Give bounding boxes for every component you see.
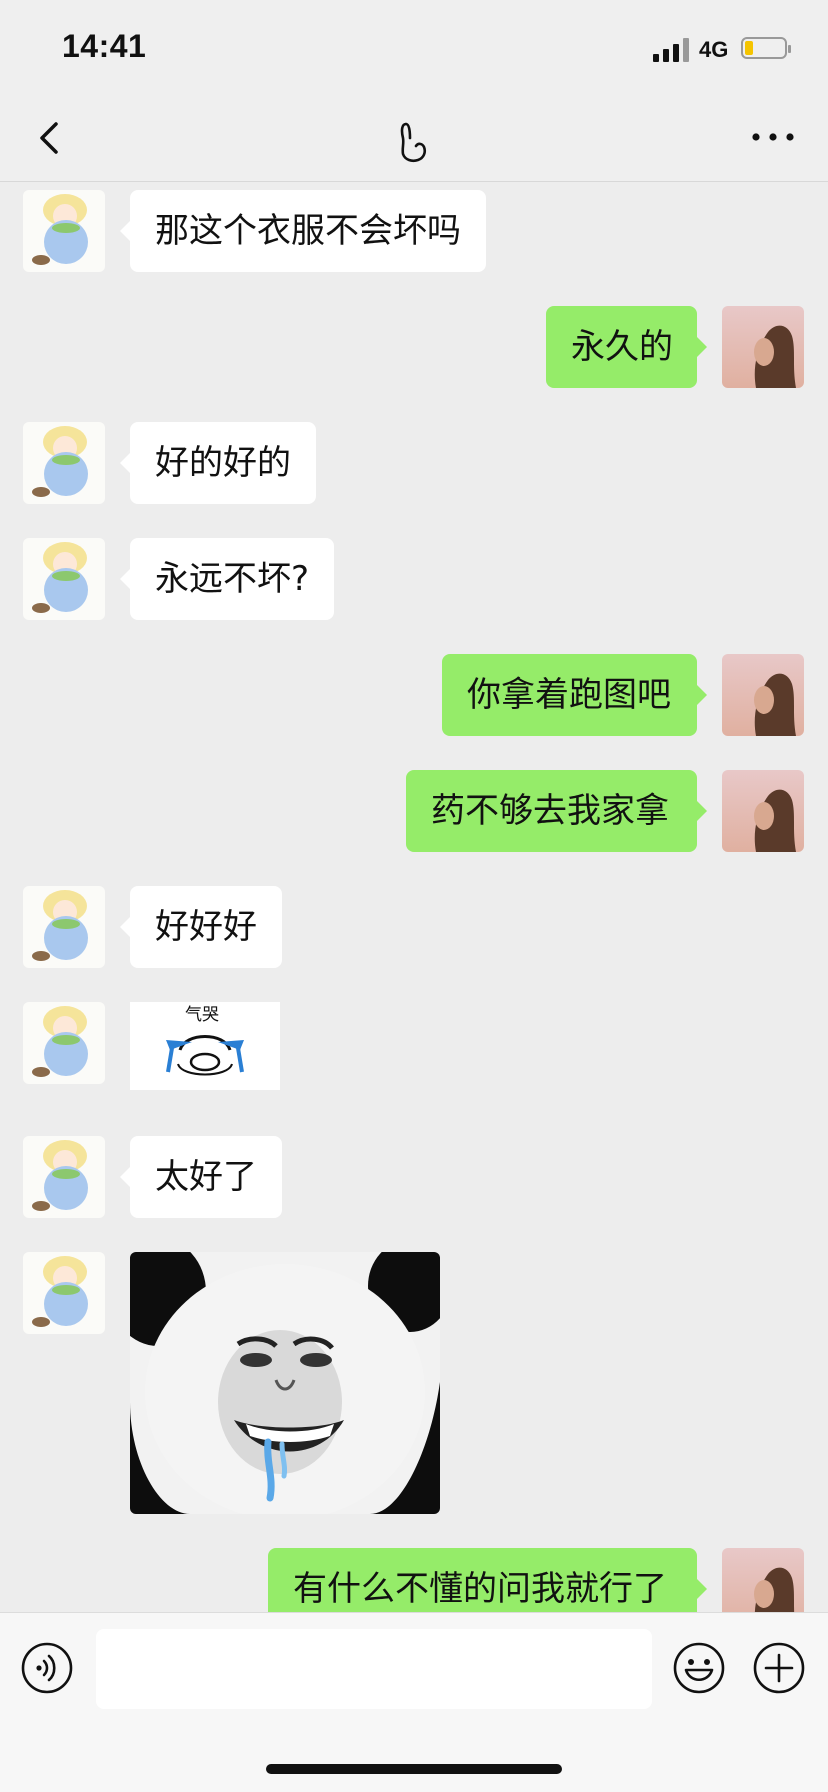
message-row: 永久的 xyxy=(0,306,828,388)
message-bubble-outgoing[interactable]: 你拿着跑图吧 xyxy=(442,654,707,736)
message-row: 有什么不懂的问我就行了 xyxy=(0,1548,828,1612)
message-row: 好的好的 xyxy=(0,422,828,504)
message-row: 气哭 xyxy=(0,1002,828,1092)
message-input[interactable] xyxy=(96,1629,652,1709)
self-avatar[interactable] xyxy=(722,306,804,388)
self-avatar[interactable] xyxy=(722,654,804,736)
panda-drooling-sticker[interactable] xyxy=(130,1252,440,1514)
self-avatar[interactable] xyxy=(722,1548,804,1612)
voice-icon[interactable] xyxy=(20,1641,74,1695)
status-time: 14:41 xyxy=(62,28,147,64)
message-bubble-incoming[interactable]: 永远不坏? xyxy=(119,538,335,620)
message-row: 太好了 xyxy=(0,1136,828,1218)
message-row: 你拿着跑图吧 xyxy=(0,654,828,736)
message-bubble-outgoing[interactable]: 有什么不懂的问我就行了 xyxy=(268,1548,707,1612)
status-bar: 14:41 4G xyxy=(0,0,828,96)
contact-avatar[interactable] xyxy=(23,1002,105,1084)
chevron-left-icon[interactable] xyxy=(30,118,70,158)
message-row: 药不够去我家拿 xyxy=(0,770,828,852)
hand-gesture-icon xyxy=(400,122,427,163)
message-row: 永远不坏? xyxy=(0,538,828,620)
network-type: 4G xyxy=(699,37,729,62)
message-bubble-incoming[interactable]: 太好了 xyxy=(120,1136,282,1218)
message-bubble-incoming[interactable]: 那这个衣服不会坏吗 xyxy=(120,190,486,272)
message-bubble-incoming[interactable]: 好的好的 xyxy=(120,422,316,504)
message-bubble-outgoing[interactable]: 永久的 xyxy=(546,306,707,388)
crying-face-sticker[interactable]: 气哭 xyxy=(130,1002,280,1090)
self-avatar[interactable] xyxy=(722,770,804,852)
message-row: 那这个衣服不会坏吗 xyxy=(0,190,828,272)
battery-icon xyxy=(741,37,791,59)
contact-avatar[interactable] xyxy=(23,1252,105,1334)
message-row xyxy=(0,1252,828,1516)
contact-avatar[interactable] xyxy=(23,190,105,272)
contact-avatar[interactable] xyxy=(23,422,105,504)
message-row: 好好好 xyxy=(0,886,828,968)
plus-icon[interactable] xyxy=(752,1641,806,1695)
message-list[interactable]: 那这个衣服不会坏吗 永久的 好的好的 永远不坏? 你拿着跑图吧 药不够去我家拿 xyxy=(0,182,828,1612)
contact-avatar[interactable] xyxy=(23,886,105,968)
chat-header xyxy=(0,96,828,182)
contact-avatar[interactable] xyxy=(23,1136,105,1218)
signal-icon xyxy=(653,38,691,62)
sticker-caption: 气哭 xyxy=(185,1005,219,1025)
message-bubble-incoming[interactable]: 好好好 xyxy=(120,886,282,968)
more-dots-icon[interactable] xyxy=(748,122,798,152)
message-bubble-outgoing[interactable]: 药不够去我家拿 xyxy=(406,770,707,852)
home-indicator[interactable] xyxy=(266,1764,562,1774)
contact-avatar[interactable] xyxy=(23,538,105,620)
emoji-icon[interactable] xyxy=(672,1641,726,1695)
